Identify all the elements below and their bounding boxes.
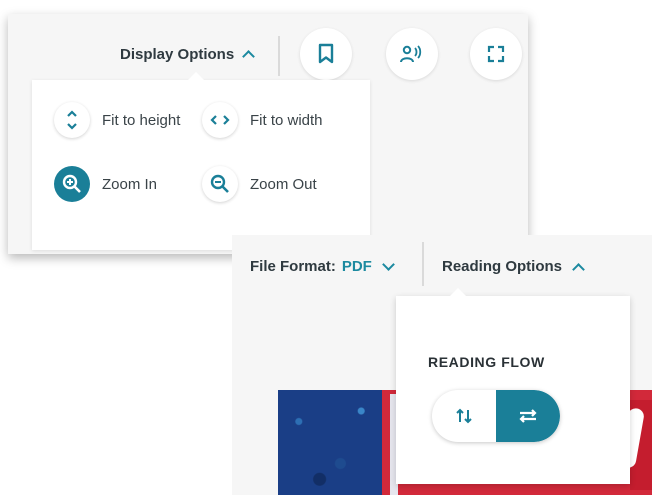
zoom-in-option[interactable]: Zoom In [54,166,157,202]
fit-width-icon [202,102,238,138]
audio-speaker-icon [400,45,422,63]
zoom-out-label: Zoom Out [250,175,317,193]
vertical-flow-button[interactable] [432,390,496,442]
reading-options-label: Reading Options [442,258,562,275]
dropdown-caret [188,72,204,80]
display-toolbar-panel: Display Options Fit to height Fit to wid… [8,14,528,254]
display-options-dropdown: Fit to height Fit to width Zoom In Zoom … [32,72,370,250]
reading-options-dropdown: READING FLOW [396,288,630,484]
display-options-button[interactable]: Display Options [120,44,256,64]
chevron-up-icon [242,50,256,63]
reading-flow-toggle [432,390,560,442]
zoom-out-icon [202,166,238,202]
horizontal-arrows-icon [519,409,537,423]
document-image-texture [278,390,382,495]
bookmark-icon [318,43,334,64]
reading-options-button[interactable]: Reading Options [442,258,585,276]
file-format-label: File Format: [250,258,336,275]
chevron-up-icon [572,262,585,276]
bookmark-button[interactable] [300,28,352,80]
fullscreen-icon [487,45,505,63]
file-format-value: PDF [341,258,372,275]
display-options-label: Display Options [120,45,235,63]
fit-height-icon [54,102,90,138]
vertical-arrows-icon [456,408,472,424]
zoom-out-option[interactable]: Zoom Out [202,166,317,202]
audio-button[interactable] [386,28,438,80]
fullscreen-button[interactable] [470,28,522,80]
zoom-in-icon [54,166,90,202]
dropdown-caret [450,288,466,296]
reading-flow-heading: READING FLOW [428,354,545,370]
toolbar-divider [422,242,424,286]
file-format-button[interactable]: File Format: PDF [250,258,395,275]
horizontal-flow-button[interactable] [496,390,560,442]
toolbar-divider [278,36,280,76]
fit-to-height-label: Fit to height [102,111,181,129]
fit-to-width-option[interactable]: Fit to width [202,102,323,138]
zoom-in-label: Zoom In [102,175,158,193]
fit-to-width-label: Fit to width [250,111,323,129]
fit-to-height-option[interactable]: Fit to height [54,102,180,138]
chevron-down-icon [381,258,395,271]
